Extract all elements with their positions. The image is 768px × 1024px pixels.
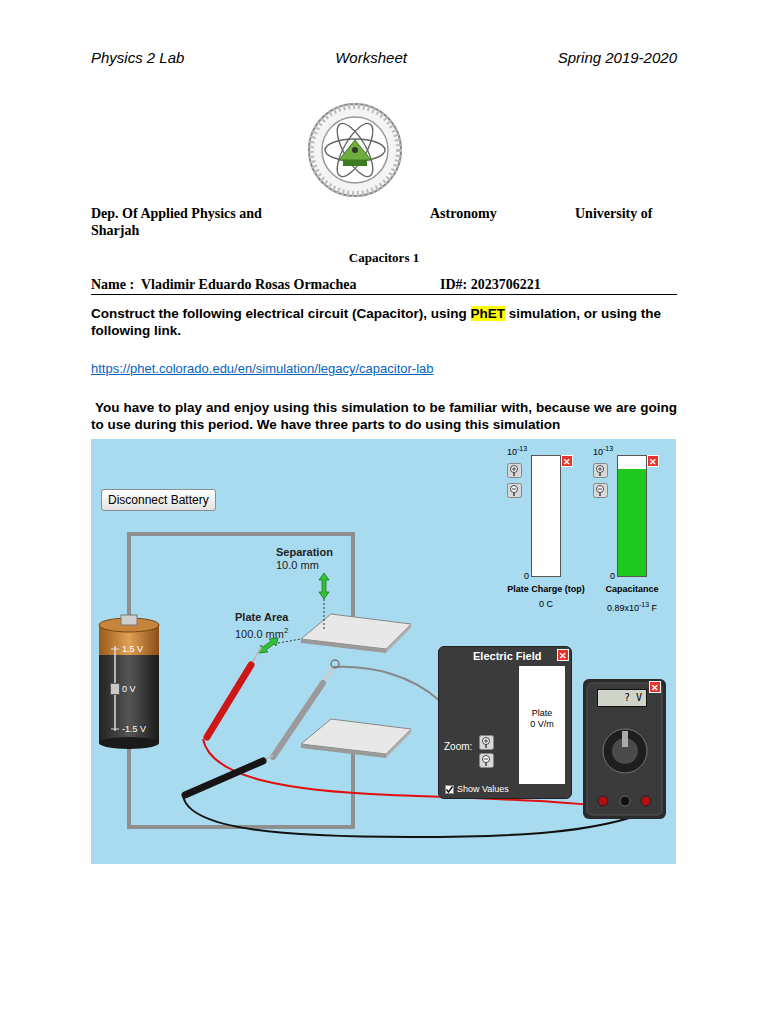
plate-area-number: 100.0 mm (235, 628, 284, 640)
university-logo-icon (305, 100, 405, 200)
meter-close-button[interactable]: ✕ (647, 455, 659, 467)
student-id: ID#: 2023706221 (440, 276, 677, 293)
zoom-out-icon[interactable] (507, 483, 522, 498)
department: Dep. Of Applied Physics and (91, 205, 430, 222)
zoom-in-icon[interactable] (507, 463, 522, 478)
meter-label: Plate Charge (top) (507, 584, 585, 595)
simulation-link[interactable]: https://phet.colorado.edu/en/simulation/… (91, 361, 677, 377)
disconnect-battery-button[interactable]: Disconnect Battery (101, 489, 216, 511)
instruction-part: Construct the following electrical circu… (91, 306, 471, 321)
meter-label: Capacitance (605, 584, 658, 595)
voltmeter-close-button[interactable]: ✕ (649, 681, 661, 693)
plate-area-value: 100.0 mm2 (235, 624, 288, 641)
meter-value-part: 0 C (539, 599, 553, 609)
meter-close-button[interactable]: ✕ (561, 455, 573, 467)
zoom-label: Zoom: (444, 741, 472, 752)
meter-scale-exponent: 10-13 (507, 443, 527, 458)
battery-voltage-label: -1.5 V (122, 724, 146, 735)
plate-area-label-group: Plate Area100.0 mm2 (235, 611, 288, 641)
battery-voltage-label: 0 V (122, 684, 136, 695)
zoom-out-icon[interactable] (479, 753, 494, 768)
battery-voltage-label: 1.5 V (122, 644, 143, 655)
header-right: Spring 2019-2020 (558, 48, 677, 68)
instruction-part: PhET (471, 306, 506, 321)
header-left: Physics 2 Lab (91, 48, 184, 68)
meter-scale-power: -13 (603, 445, 613, 452)
meter-zero-tick: 0 (610, 571, 615, 582)
meter-scale-base: 10 (593, 447, 603, 457)
show-values-option: Show Values (445, 784, 509, 795)
checkmark-icon (445, 785, 454, 794)
meter-zero-tick: 0 (524, 571, 529, 582)
header-center: Worksheet (335, 48, 407, 68)
university-cont: Sharjah (91, 222, 430, 239)
plate-area-exponent: 2 (284, 626, 288, 635)
show-values-label: Show Values (457, 784, 509, 795)
meter-scale-exponent: 10-13 (593, 443, 613, 458)
voltmeter-display: ? V (597, 689, 647, 707)
plate-field-value: 0 V/m (519, 719, 565, 730)
meter-scale-power: -13 (517, 445, 527, 452)
separation-label: Separation (276, 546, 333, 559)
meter-bar-track (617, 455, 647, 577)
department-cont: Astronomy (430, 205, 575, 222)
meter-value: 0 C (539, 599, 553, 610)
zoom-in-icon[interactable] (479, 735, 494, 750)
meter-value-part: 0.89x10 (607, 603, 639, 613)
meter-value: 0.89x10-13 F (607, 599, 657, 614)
show-values-checkbox[interactable] (445, 785, 454, 794)
plate-area-label: Plate Area (235, 611, 288, 624)
zoom-in-icon[interactable] (593, 463, 608, 478)
separation-value: 10.0 mm (276, 559, 333, 572)
zoom-out-icon[interactable] (593, 483, 608, 498)
electric-field-title: Electric Field (473, 650, 541, 663)
capacitor-simulation: Disconnect Battery Separation10.0 mm Plate… (91, 439, 676, 864)
meter-bar-fill (618, 469, 646, 576)
meter-value-part: -13 (639, 601, 649, 608)
worksheet-title: Capacitors 1 (91, 249, 677, 266)
instructions: Construct the following electrical circu… (91, 305, 677, 339)
battery-voltage-slider[interactable] (110, 683, 120, 695)
meter-bar-track (531, 455, 561, 577)
electric-field-display: Plate0 V/m (519, 666, 565, 784)
meter-scale-base: 10 (507, 447, 517, 457)
intro-paragraph: You have to play and enjoy using this si… (91, 399, 677, 433)
meter-value-part: F (649, 603, 657, 613)
voltmeter: ? V (583, 679, 666, 819)
logo-row (91, 100, 677, 200)
name-row: Name : Vladimir Eduardo Rosas OrmacheaID… (91, 276, 677, 295)
affiliation: Dep. Of Applied Physics andAstronomyUniv… (91, 205, 677, 239)
electric-field-panel: Electric Field ✕ Plate0 V/m Zoom: Show Value… (438, 646, 572, 799)
plate-field-label: Plate (519, 708, 565, 719)
university: University of (575, 205, 677, 222)
separation-label-group: Separation10.0 mm (276, 546, 333, 572)
student-name: Name : Vladimir Eduardo Rosas Ormachea (91, 276, 440, 293)
electric-field-close-button[interactable]: ✕ (557, 649, 569, 661)
page-header: Physics 2 Lab Worksheet Spring 2019-2020 (91, 48, 677, 68)
